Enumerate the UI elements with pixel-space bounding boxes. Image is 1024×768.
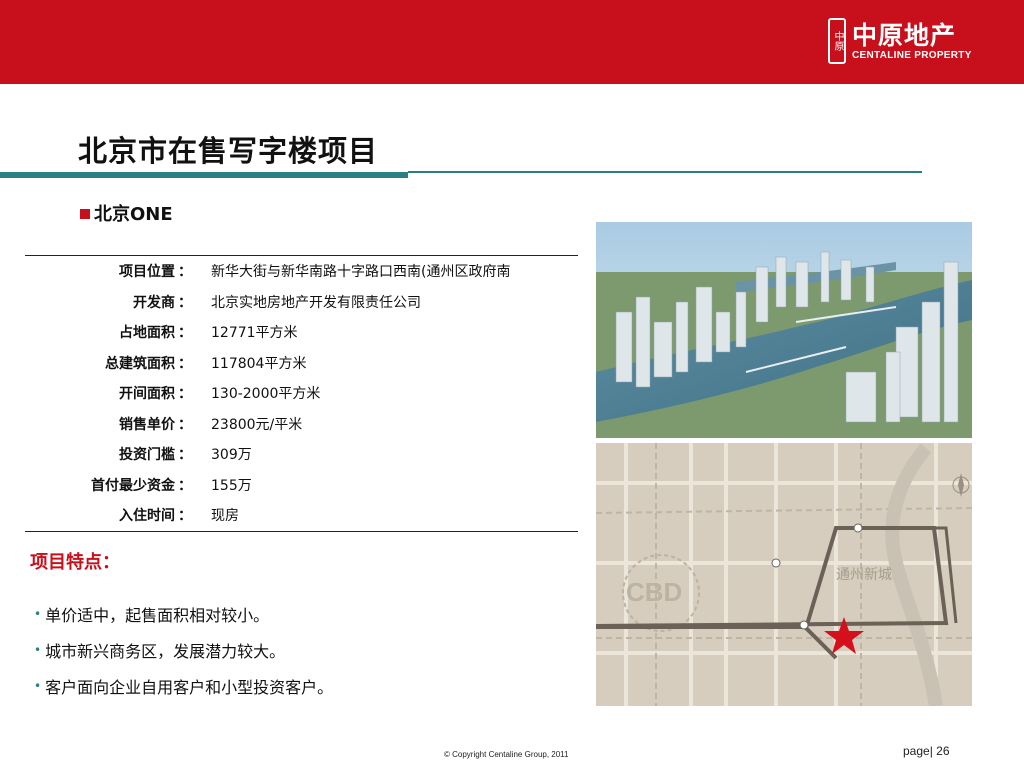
title-underline-thick xyxy=(0,172,408,178)
map-image: CBD 通州新城 xyxy=(596,443,972,706)
feature-text: 单价适中，起售面积相对较小。 xyxy=(45,606,270,625)
info-separator: ： xyxy=(178,508,192,525)
info-key: 入住时间 xyxy=(119,508,175,525)
project-info-table: 项目位置：新华大街与新华南路十字路口西南(通州区政府南 开发商： 北京实地房地产开… xyxy=(25,255,578,532)
info-key: 开发商 xyxy=(133,294,175,311)
map-label-district: 通州新城 xyxy=(836,567,892,583)
info-value: 现房 xyxy=(211,508,239,525)
info-value: 12771平方米 xyxy=(211,325,298,342)
feature-text: 城市新兴商务区，发展潜力较大。 xyxy=(45,642,286,661)
info-row: 开发商： 北京实地房地产开发有限责任公司 xyxy=(25,287,578,318)
square-bullet-icon xyxy=(80,209,90,219)
page-title: 北京市在售写字楼项目 xyxy=(78,134,379,168)
info-value: 北京实地房地产开发有限责任公司 xyxy=(211,294,421,311)
logo-seal-text: 中原 xyxy=(832,31,843,51)
bullet-dot-icon: • xyxy=(34,607,42,621)
info-key: 总建筑面积 xyxy=(105,355,175,372)
feature-item: • 城市新兴商务区，发展潜力较大。 xyxy=(34,632,333,668)
city-rendering-image xyxy=(596,222,972,438)
info-separator: ： xyxy=(178,416,192,433)
info-row: 项目位置： 新华大街与新华南路十字路口西南(通州区政府南 xyxy=(25,256,578,287)
page-number: page| 26 xyxy=(903,744,950,758)
info-separator: ： xyxy=(178,325,192,342)
info-row: 首付最少资金： 155万 xyxy=(25,470,578,501)
info-key: 投资门槛 xyxy=(119,447,175,464)
info-key: 销售单价 xyxy=(119,416,175,433)
logo-chinese-name: 中原地产 xyxy=(852,21,957,50)
bullet-dot-icon: • xyxy=(34,643,42,657)
project-aerial-photo xyxy=(596,222,972,438)
info-separator: ： xyxy=(178,386,192,403)
info-value: 117804平方米 xyxy=(211,355,307,372)
info-value: 130-2000平方米 xyxy=(211,386,321,403)
info-row: 开间面积： 130-2000平方米 xyxy=(25,378,578,409)
info-value: 23800元/平米 xyxy=(211,416,303,433)
info-key: 首付最少资金 xyxy=(91,477,175,494)
project-name: 北京ONE xyxy=(94,204,173,225)
feature-item: • 单价适中，起售面积相对较小。 xyxy=(34,596,333,632)
info-separator: ： xyxy=(178,477,192,494)
logo-english-name: CENTALINE PROPERTY xyxy=(852,50,972,61)
company-logo: 中原 中原地产 CENTALINE PROPERTY xyxy=(812,10,1012,74)
info-separator: ： xyxy=(178,264,192,281)
info-separator: ： xyxy=(178,294,192,311)
title-underline-thin xyxy=(408,171,922,173)
features-title: 项目特点： xyxy=(30,552,120,573)
info-row: 占地面积： 12771平方米 xyxy=(25,317,578,348)
map-label-cbd: CBD xyxy=(626,577,682,607)
feature-item: • 客户面向企业自用客户和小型投资客户。 xyxy=(34,668,333,704)
info-key: 项目位置 xyxy=(119,264,175,281)
info-key: 占地面积 xyxy=(119,325,175,342)
copyright-text: © Copyright Centaline Group, 2011 xyxy=(444,750,569,759)
info-row: 总建筑面积： 117804平方米 xyxy=(25,348,578,379)
info-value: 155万 xyxy=(211,477,252,494)
info-row: 入住时间： 现房 xyxy=(25,500,578,531)
info-value: 309万 xyxy=(211,447,252,464)
location-map: CBD 通州新城 xyxy=(596,443,972,706)
info-separator: ： xyxy=(178,447,192,464)
info-row: 销售单价： 23800元/平米 xyxy=(25,409,578,440)
project-name-heading: 北京ONE xyxy=(80,200,173,226)
info-value: 新华大街与新华南路十字路口西南(通州区政府南 xyxy=(211,264,511,281)
info-separator: ： xyxy=(178,355,192,372)
feature-text: 客户面向企业自用客户和小型投资客户。 xyxy=(45,678,334,697)
info-row: 投资门槛： 309万 xyxy=(25,439,578,470)
logo-seal-icon: 中原 xyxy=(828,18,846,64)
bullet-dot-icon: • xyxy=(34,679,42,693)
feature-list: • 单价适中，起售面积相对较小。 • 城市新兴商务区，发展潜力较大。 • 客户面向企业自用… xyxy=(34,596,333,704)
info-key: 开间面积 xyxy=(119,386,175,403)
